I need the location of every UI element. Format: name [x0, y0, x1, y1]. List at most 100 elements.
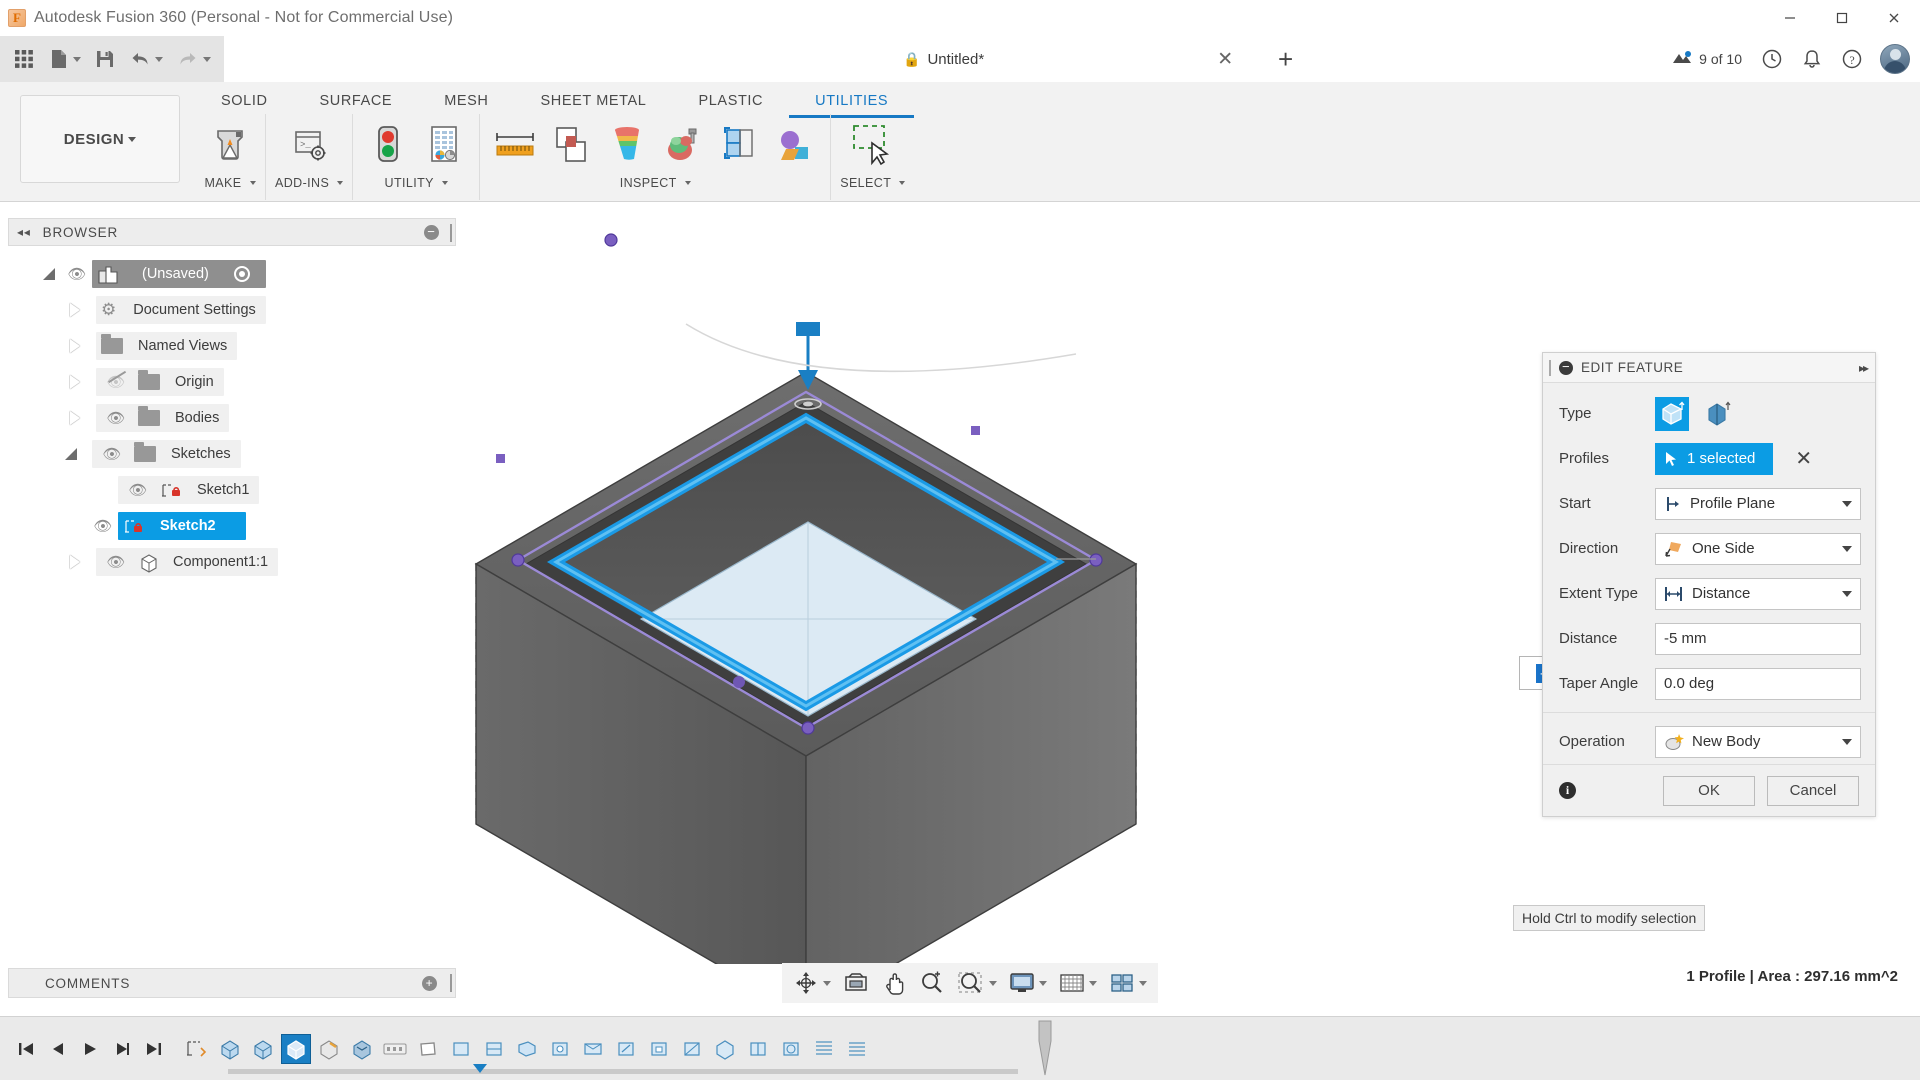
skip-end-icon[interactable] [140, 1035, 168, 1063]
feature-node-6[interactable] [611, 1034, 641, 1064]
chevron-down-icon[interactable] [1842, 591, 1852, 597]
notifications-button[interactable] [1794, 39, 1830, 79]
curvature-comb-icon[interactable] [601, 118, 653, 172]
computer-analysis-icon[interactable] [418, 118, 470, 172]
panel-addins-label[interactable]: ADD-INS [275, 172, 343, 194]
step-forward-icon[interactable] [108, 1035, 136, 1063]
feature-node-2[interactable] [479, 1034, 509, 1064]
add-comment-icon[interactable]: + [422, 976, 437, 991]
grid-snaps-caret-icon[interactable] [1089, 981, 1097, 986]
component-color-icon[interactable] [769, 118, 821, 172]
sketch-node[interactable] [182, 1034, 212, 1064]
look-at-button[interactable] [838, 966, 874, 1000]
tree-node-unsaved-body[interactable]: (Unsaved) [92, 260, 266, 288]
twisty-right-icon[interactable] [62, 375, 88, 389]
interference-icon[interactable] [545, 118, 597, 172]
file-menu-button[interactable] [42, 40, 88, 78]
window-selection-icon[interactable] [847, 118, 899, 172]
shell-node[interactable] [347, 1034, 377, 1064]
visibility-eye-icon[interactable]: 👁 [101, 409, 131, 427]
comments-resize-grip[interactable] [450, 974, 452, 992]
twisty-right-icon[interactable] [62, 339, 88, 353]
tree-node-document-settings-body[interactable]: ⚙ Document Settings [96, 296, 266, 324]
tab-solid[interactable]: SOLID [195, 84, 294, 118]
document-tab[interactable]: 🔒 Untitled* [903, 51, 984, 68]
panel-make-label[interactable]: MAKE [204, 172, 255, 194]
dialog-header[interactable]: − EDIT FEATURE ▸▸ [1543, 353, 1875, 383]
comments-panel-header[interactable]: COMMENTS + [8, 968, 456, 998]
orbit-button[interactable] [788, 966, 836, 1000]
show-data-panel-button[interactable] [6, 40, 42, 78]
twisty-right-icon[interactable] [62, 411, 88, 425]
quota-indicator[interactable]: 9 of 10 [1663, 50, 1750, 68]
tree-node-sketch1-body[interactable]: 👁 Sketch1 [118, 476, 259, 504]
tree-node-component1-body[interactable]: 👁 Component1:1 [96, 548, 278, 576]
tree-node-named-views[interactable]: Named Views [14, 328, 454, 364]
panel-select-label[interactable]: SELECT [840, 172, 905, 194]
viewports-button[interactable] [1104, 966, 1152, 1000]
zoom-button[interactable] [914, 966, 950, 1000]
tree-node-sketch2[interactable]: 👁 Sketch2 [14, 508, 454, 544]
twisty-right-icon[interactable] [62, 555, 88, 569]
dialog-collapse-icon[interactable]: − [1559, 361, 1573, 375]
3d-print-icon[interactable] [204, 118, 256, 172]
panel-utility-label[interactable]: UTILITY [385, 172, 448, 194]
tree-node-sketches-body[interactable]: 👁 Sketches [92, 440, 241, 468]
twisty-right-icon[interactable] [62, 303, 88, 317]
feature-node-3[interactable] [512, 1034, 542, 1064]
sketch-node-2[interactable] [413, 1034, 443, 1064]
chevron-down-icon[interactable] [1842, 501, 1852, 507]
feature-node-7[interactable] [644, 1034, 674, 1064]
tree-node-bodies[interactable]: 👁 Bodies [14, 400, 454, 436]
extrude-node-1[interactable] [215, 1034, 245, 1064]
tree-node-sketch1[interactable]: 👁 Sketch1 [14, 472, 454, 508]
save-button[interactable] [88, 40, 122, 78]
tree-node-origin[interactable]: 👁 Origin [14, 364, 454, 400]
maximize-button[interactable] [1816, 0, 1868, 36]
help-button[interactable]: ? [1834, 39, 1870, 79]
tree-node-document-settings[interactable]: ⚙ Document Settings [14, 292, 454, 328]
grid-snaps-button[interactable] [1054, 966, 1102, 1000]
redo-button[interactable] [170, 40, 218, 78]
visibility-eye-icon[interactable]: 👁 [88, 517, 118, 535]
clear-selection-icon[interactable]: ✕ [1795, 446, 1812, 471]
new-tab-icon[interactable]: + [1278, 44, 1293, 75]
info-icon[interactable]: i [1559, 782, 1576, 799]
extrude-solid-icon[interactable] [1655, 397, 1689, 431]
ok-button[interactable]: OK [1663, 776, 1755, 806]
tab-utilities[interactable]: UTILITIES [789, 84, 914, 118]
feature-node-5[interactable] [578, 1034, 608, 1064]
dialog-drag-grip[interactable] [1549, 360, 1551, 376]
tree-node-sketches[interactable]: 👁 Sketches [14, 436, 454, 472]
browser-minimize-icon[interactable]: − [424, 225, 439, 240]
start-dropdown[interactable]: Profile Plane [1655, 488, 1861, 520]
close-button[interactable] [1868, 0, 1920, 36]
display-settings-caret-icon[interactable] [1039, 981, 1047, 986]
live-review-icon[interactable] [362, 118, 414, 172]
minimize-button[interactable] [1764, 0, 1816, 36]
tree-node-bodies-body[interactable]: 👁 Bodies [96, 404, 229, 432]
radio-icon[interactable] [234, 266, 250, 282]
cancel-button[interactable]: Cancel [1767, 776, 1859, 806]
zebra-icon[interactable] [657, 118, 709, 172]
visibility-eye-icon[interactable]: 👁 [62, 265, 92, 283]
visibility-hidden-eye-icon[interactable]: 👁 [101, 373, 131, 391]
extrude-node-3[interactable] [281, 1034, 311, 1064]
dialog-expand-icon[interactable]: ▸▸ [1859, 361, 1867, 375]
recent-activity-button[interactable] [1754, 39, 1790, 79]
feature-node-1[interactable] [446, 1034, 476, 1064]
browser-collapse-icon[interactable]: ◂◂ [17, 225, 31, 239]
browser-resize-grip[interactable] [450, 224, 452, 242]
pan-button[interactable] [876, 966, 912, 1000]
timeline-end-marker[interactable] [1038, 1019, 1052, 1077]
taper-angle-input[interactable]: 0.0 deg [1655, 668, 1861, 700]
zoom-window-caret-icon[interactable] [989, 981, 997, 986]
feature-node-10[interactable] [743, 1034, 773, 1064]
mirror-node[interactable] [842, 1034, 872, 1064]
tab-sheet-metal[interactable]: SHEET METAL [515, 84, 673, 118]
feature-node-8[interactable] [677, 1034, 707, 1064]
feature-node-11[interactable] [776, 1034, 806, 1064]
display-settings-button[interactable] [1004, 966, 1052, 1000]
operation-dropdown[interactable]: New Body [1655, 726, 1861, 758]
feature-node-4[interactable] [545, 1034, 575, 1064]
